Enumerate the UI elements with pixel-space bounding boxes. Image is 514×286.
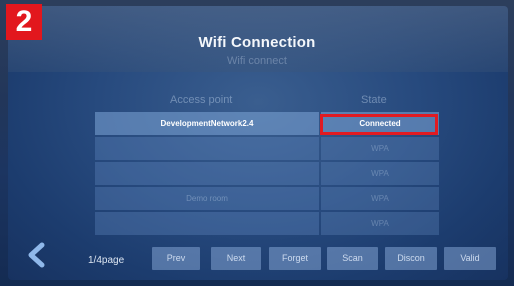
access-point-name: [95, 212, 319, 235]
page-subtitle: Wifi connect: [227, 55, 287, 67]
access-point-name: Demo room: [95, 187, 319, 210]
column-header-state: State: [361, 94, 387, 106]
connection-state: WPA: [321, 162, 439, 185]
access-point-name: DevelopmentNetwork2.4: [95, 112, 319, 135]
page-title: Wifi Connection: [198, 34, 316, 51]
table-row[interactable]: WPA: [95, 212, 439, 236]
disconnect-button[interactable]: Discon: [385, 247, 437, 270]
valid-button[interactable]: Valid: [444, 247, 496, 270]
table-row[interactable]: Demo room WPA: [95, 187, 439, 211]
forget-button[interactable]: Forget: [269, 247, 321, 270]
column-header-access-point: Access point: [170, 94, 233, 106]
connected-highlight-box: [320, 114, 438, 135]
next-button[interactable]: Next: [211, 247, 261, 270]
table-row[interactable]: WPA: [95, 137, 439, 161]
connection-state: WPA: [321, 137, 439, 160]
page-indicator: 1/4page: [88, 255, 125, 266]
scan-button[interactable]: Scan: [327, 247, 378, 270]
connection-state: WPA: [321, 187, 439, 210]
access-point-name: [95, 137, 319, 160]
chevron-left-icon[interactable]: [25, 242, 47, 268]
access-point-name: [95, 162, 319, 185]
connection-state: WPA: [321, 212, 439, 235]
table-row[interactable]: WPA: [95, 162, 439, 186]
prev-button[interactable]: Prev: [152, 247, 200, 270]
